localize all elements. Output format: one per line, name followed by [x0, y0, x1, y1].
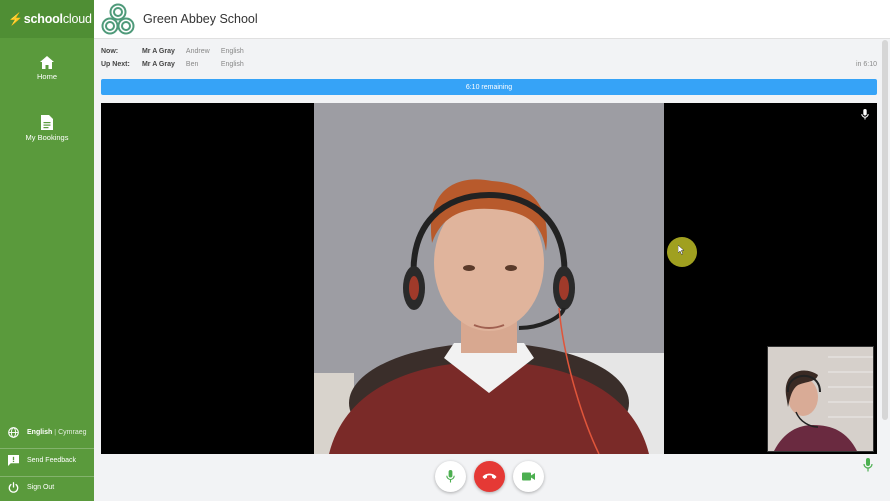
sign-out-label: Sign Out — [27, 484, 55, 491]
page-scrollbar[interactable] — [882, 40, 888, 420]
sidebar-item-bookings-label: My Bookings — [25, 133, 69, 142]
remote-mic-icon — [861, 109, 869, 120]
now-teacher: Mr A Gray — [141, 48, 175, 55]
now-subject: English — [220, 48, 244, 55]
language-cymraeg-link[interactable]: Cymraeg — [58, 429, 86, 436]
phone-hangup-icon — [482, 473, 496, 479]
next-label: Up Next: — [101, 61, 130, 68]
school-logo-icon — [101, 3, 135, 35]
header: Green Abbey School — [94, 0, 890, 39]
now-label: Now: — [101, 48, 119, 55]
toggle-camera-button[interactable] — [512, 460, 544, 492]
sidebar-item-home[interactable]: Home — [0, 56, 94, 81]
send-feedback-label: Send Feedback — [27, 457, 77, 464]
call-controls — [101, 456, 877, 496]
feedback-icon — [8, 455, 19, 466]
sign-out-button[interactable]: Sign Out — [0, 476, 94, 498]
home-icon — [40, 56, 54, 69]
brand-bolt-icon: ⚡ — [8, 12, 23, 26]
brand-name-school: school — [23, 12, 63, 26]
sidebar-item-home-label: Home — [36, 72, 57, 81]
self-video-preview — [767, 346, 874, 452]
document-icon — [41, 115, 53, 130]
remote-video — [101, 103, 877, 454]
remote-participant-image — [314, 103, 664, 454]
self-participant-image — [768, 347, 873, 451]
mute-microphone-button[interactable] — [434, 460, 466, 492]
end-call-button[interactable] — [473, 460, 505, 492]
brand-name-cloud: cloud — [62, 12, 92, 26]
cursor-arrow-icon — [678, 245, 685, 255]
language-switcher: English | Cymraeg — [0, 422, 94, 442]
next-subject: English — [220, 61, 244, 68]
next-teacher: Mr A Gray — [141, 61, 175, 68]
next-countdown: in 6:10 — [855, 61, 877, 68]
next-appointment: Up Next: Mr A Gray Ben English in 6:10 — [101, 61, 881, 68]
video-camera-icon — [521, 472, 535, 480]
send-feedback-button[interactable]: Send Feedback — [0, 448, 94, 472]
power-icon — [8, 482, 19, 493]
language-separator: | — [54, 428, 57, 436]
sidebar: ⚡ school cloud Home My Bookings English … — [0, 0, 94, 501]
microphone-icon — [445, 469, 455, 482]
local-mic-level-icon — [863, 458, 873, 472]
sidebar-item-my-bookings[interactable]: My Bookings — [0, 115, 94, 142]
brand-logo[interactable]: ⚡ school cloud — [0, 0, 94, 38]
globe-icon — [8, 426, 19, 438]
language-english-link[interactable]: English — [27, 429, 52, 436]
time-remaining-bar: 6:10 remaining — [101, 79, 877, 95]
remote-video-feed — [314, 103, 664, 454]
time-remaining-text: 6:10 remaining — [465, 83, 513, 91]
next-pupil: Ben — [185, 61, 199, 68]
school-name: Green Abbey School — [143, 12, 258, 26]
now-appointment: Now: Mr A Gray Andrew English — [101, 48, 881, 55]
app-window: ⚡ school cloud Home My Bookings English … — [0, 0, 890, 501]
now-pupil: Andrew — [185, 48, 210, 55]
